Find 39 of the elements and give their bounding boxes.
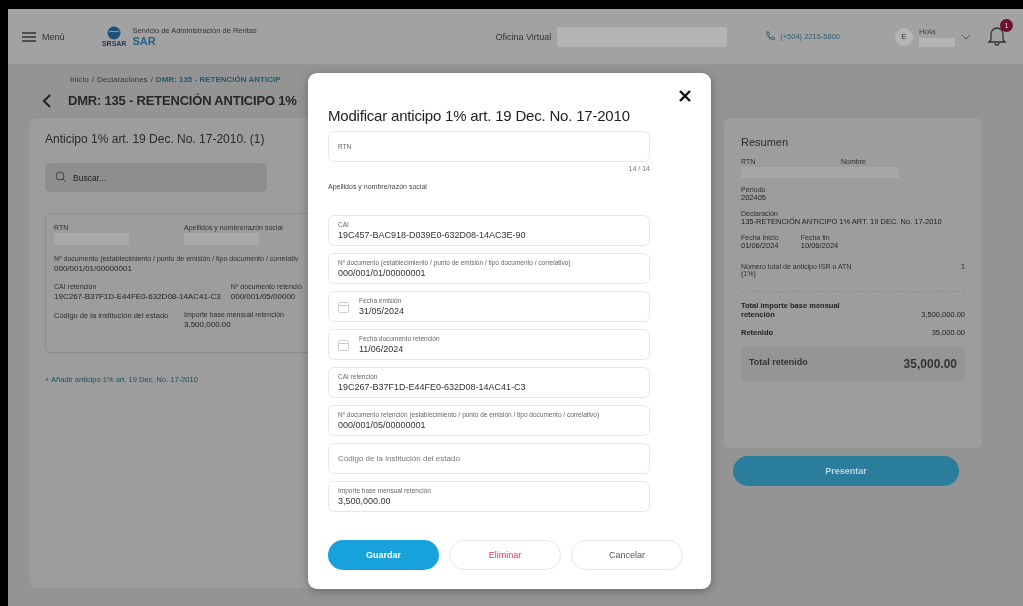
- total-label: Total retenido: [749, 357, 808, 369]
- card-title: Resumen: [741, 136, 790, 148]
- cancel-button[interactable]: Cancelar: [571, 540, 683, 570]
- breadcrumb-link[interactable]: Declaraciones: [96, 75, 148, 86]
- calendar-icon: [338, 300, 349, 313]
- field-placeholder: Código de la institución del estado: [338, 454, 461, 463]
- field-value: 3,500,000.00: [184, 320, 232, 329]
- field-value: 31/05/2024: [359, 306, 405, 316]
- globe-icon: [107, 26, 122, 40]
- field-value: 000/001/01/00000001: [54, 264, 133, 273]
- field-value: 19C267-B37F1D-E44FE0-632D08-14AC41-C3: [338, 382, 527, 392]
- organization-acronym: SAR: [132, 35, 157, 47]
- delete-button[interactable]: Eliminar: [449, 540, 561, 570]
- user-avatar[interactable]: E: [895, 27, 913, 46]
- search-field[interactable]: Buscar...: [45, 163, 267, 192]
- total-value: 35,000.00: [903, 357, 957, 371]
- field-value: 19C457-BAC918-D039E0-632D08-14AC3E-90: [338, 230, 527, 240]
- field-value: 000/001/05/00000001: [338, 420, 427, 430]
- breadcrumb-separator: /: [150, 75, 153, 86]
- breadcrumb-link[interactable]: Inicio: [70, 75, 89, 86]
- field-value: 11/06/2024: [359, 344, 405, 354]
- close-icon[interactable]: [679, 90, 691, 102]
- office-label: Oficina Virtual: [495, 31, 552, 42]
- field-value: 3,500,000.00: [338, 496, 392, 506]
- calendar-icon: [338, 338, 349, 351]
- search-icon: [55, 171, 67, 183]
- page-title: DMR: 135 - RETENCIÓN ANTICIPO 1%: [68, 93, 297, 108]
- chevron-down-icon[interactable]: [961, 33, 971, 40]
- menu-button[interactable]: Menú: [22, 31, 102, 42]
- menu-icon: [22, 31, 36, 42]
- field-value: 000/001/01/00000001: [338, 268, 427, 278]
- card-title: Anticipo 1% art. 19 Dec. No. 17-2010. (1): [45, 132, 266, 146]
- field-value: 000/001/05/00000: [230, 292, 297, 301]
- dialog-title: Modificar anticipo 1% art. 19 Dec. No. 17-2010: [328, 107, 631, 124]
- field-value: 19C267-B37F1D-E44FE0-632D08-14AC41-C3: [54, 292, 221, 301]
- input-field[interactable]: Código de la institución del estado: [328, 443, 650, 474]
- phone-icon: [765, 31, 777, 42]
- breadcrumb-separator: /: [91, 75, 94, 86]
- greeting-text: Hola: [919, 26, 937, 36]
